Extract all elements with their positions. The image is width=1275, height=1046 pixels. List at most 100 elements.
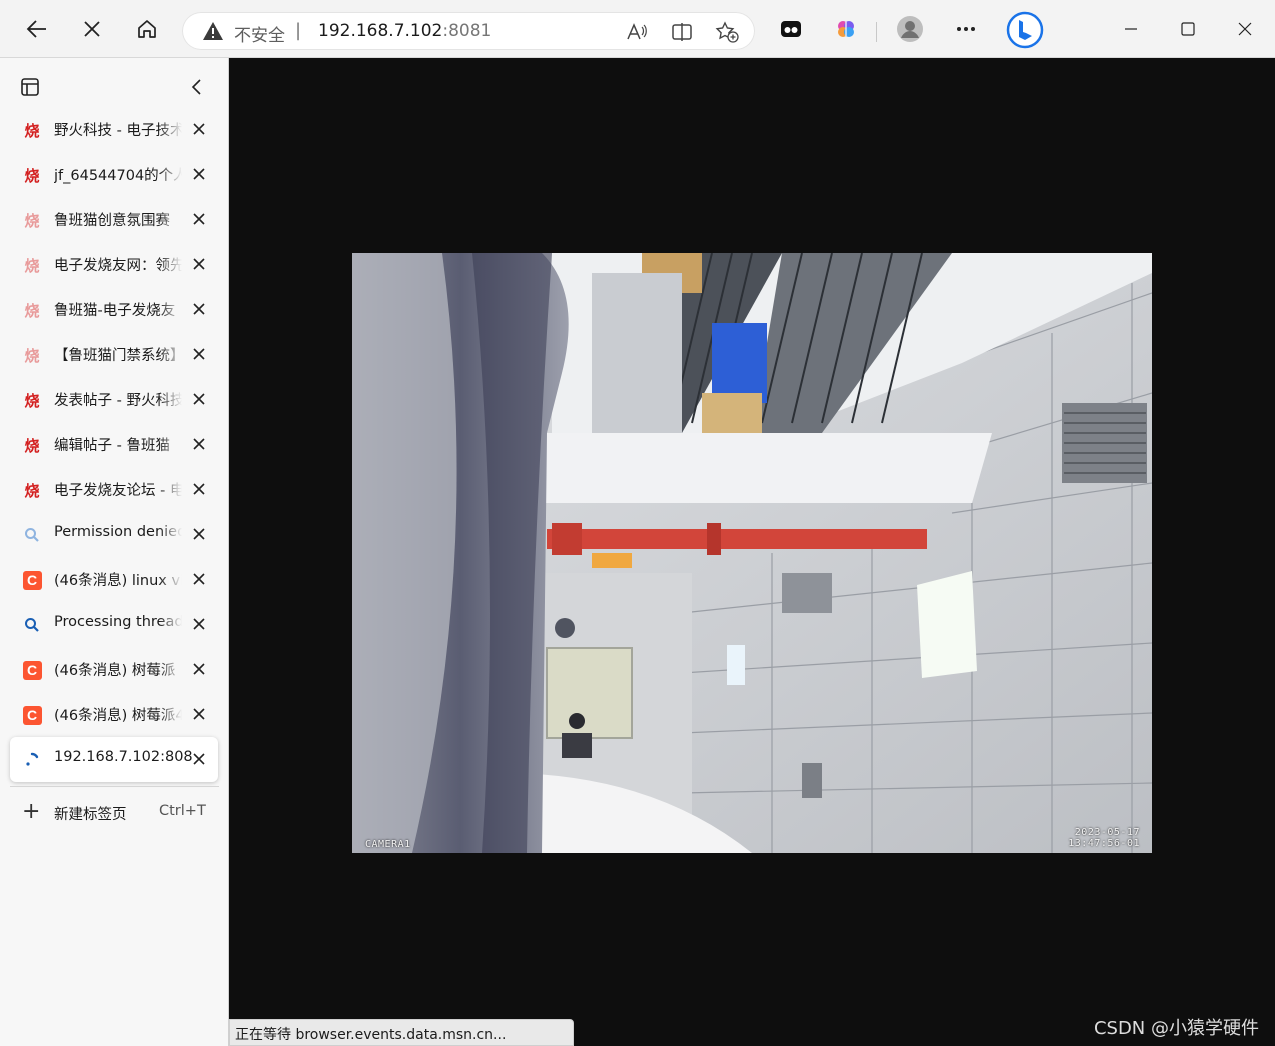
profile-button[interactable]: [893, 12, 927, 46]
tab-close-button[interactable]: [190, 435, 208, 453]
sidebar-tab[interactable]: 192.168.7.102:8081: [10, 737, 218, 782]
tab-list: 烧野火科技 - 电子技术烧jf_64544704的个人空间烧鲁班猫创意氛围赛烧电…: [0, 107, 229, 782]
tab-title: (46条消息) 树莓派: [54, 663, 176, 679]
add-favorite-icon[interactable]: [715, 20, 739, 44]
vertical-tabs-sidebar: 烧野火科技 - 电子技术烧jf_64544704的个人空间烧鲁班猫创意氛围赛烧电…: [0, 58, 229, 1046]
tab-close-button[interactable]: [190, 480, 208, 498]
huo-icon: 烧: [24, 481, 40, 500]
home-icon: [138, 20, 156, 38]
tab-favicon: 烧: [22, 210, 42, 230]
camera-timestamp-overlay: 2023-05-17 13:47:56-01: [1068, 827, 1140, 849]
sidebar-tab[interactable]: 烧野火科技 - 电子技术: [0, 107, 229, 152]
address-bar[interactable]: 不安全 | 192.168.7.102:8081: [182, 12, 755, 50]
extension-button[interactable]: [774, 12, 808, 46]
home-button[interactable]: [130, 12, 164, 46]
close-window-button[interactable]: [1228, 12, 1262, 46]
sidebar-tab[interactable]: 烧【鲁班猫门禁系统】: [0, 332, 229, 377]
close-icon: [193, 483, 205, 495]
tab-favicon: 烧: [22, 165, 42, 185]
read-aloud-icon[interactable]: [625, 20, 649, 44]
sidebar-tab[interactable]: C (46条消息) 树莓派: [0, 647, 229, 692]
huo-icon: 烧: [24, 391, 40, 410]
sidebar-tab[interactable]: 烧 jf_64544704的个人空间: [0, 152, 229, 197]
tab-title: 发表帖子 - 野火科技: [54, 393, 182, 409]
tab-close-button[interactable]: [190, 525, 208, 543]
plus-icon: +: [22, 799, 41, 824]
back-button[interactable]: [20, 12, 54, 46]
tab-favicon: 烧: [22, 300, 42, 320]
sidebar-header: [0, 70, 229, 104]
csdn-icon: C: [22, 705, 42, 725]
maximize-button[interactable]: [1171, 12, 1205, 46]
warning-icon[interactable]: [202, 21, 224, 45]
tab-close-button[interactable]: [190, 390, 208, 408]
csdn-icon: C: [22, 660, 42, 680]
sidebar-panel-icon: [21, 78, 39, 96]
search-icon: [25, 618, 39, 632]
sidebar-tab[interactable]: 烧发表帖子 - 野火科技: [0, 377, 229, 422]
tab-favicon: [22, 615, 42, 635]
tab-favicon: 烧: [22, 390, 42, 410]
tab-favicon: C: [22, 570, 42, 590]
tab-close-button[interactable]: [190, 345, 208, 363]
sidebar-tab[interactable]: C (46条消息) linux vim: [0, 557, 229, 602]
camera-date: 2023-05-17: [1074, 827, 1140, 838]
minimize-button[interactable]: [1114, 12, 1148, 46]
tab-close-button[interactable]: [190, 750, 208, 768]
sidebar-tab[interactable]: 烧电子发烧友网：领先: [0, 242, 229, 287]
tab-close-button[interactable]: [190, 570, 208, 588]
close-icon: [193, 708, 205, 720]
sidebar-tab[interactable]: Processing thread: [0, 602, 229, 647]
url-text[interactable]: 192.168.7.102:8081: [318, 21, 491, 41]
stop-loading-button[interactable]: [75, 12, 109, 46]
tab-close-button[interactable]: [190, 660, 208, 678]
tab-close-button[interactable]: [190, 705, 208, 723]
avatar-icon: [897, 16, 923, 42]
close-icon: [193, 168, 205, 180]
close-icon: [193, 123, 205, 135]
tab-close-button[interactable]: [190, 255, 208, 273]
minimize-icon: [1125, 28, 1137, 30]
sidebar-tab[interactable]: 烧鲁班猫创意氛围赛: [0, 197, 229, 242]
new-tab-button[interactable]: + 新建标签页 Ctrl+T: [0, 798, 229, 826]
tab-close-button[interactable]: [190, 210, 208, 228]
maximize-icon: [1181, 22, 1195, 36]
browser-toolbar: 不安全 | 192.168.7.102:8081: [0, 0, 1275, 58]
tab-actions-menu-button[interactable]: [20, 77, 40, 101]
extension-icon: [781, 21, 801, 37]
close-icon: [193, 303, 205, 315]
split-screen-icon[interactable]: [670, 20, 694, 44]
tab-title: (46条消息) 树莓派4: [54, 708, 182, 724]
tab-close-button[interactable]: [190, 120, 208, 138]
close-icon: [193, 258, 205, 270]
copilot-extension-button[interactable]: [829, 12, 863, 46]
tab-close-button[interactable]: [190, 615, 208, 633]
sidebar-tab[interactable]: 烧电子发烧友论坛 - 电: [0, 467, 229, 512]
close-icon: [193, 573, 205, 585]
huo-icon: 烧: [24, 301, 40, 320]
security-label[interactable]: 不安全: [234, 21, 285, 46]
csdn-icon: C: [22, 570, 42, 590]
sidebar-tab[interactable]: C (46条消息) 树莓派4: [0, 692, 229, 737]
tab-title: 电子发烧友论坛 - 电: [54, 483, 182, 499]
close-icon: [193, 528, 205, 540]
tab-title: 鲁班猫创意氛围赛: [54, 213, 170, 229]
tab-favicon: C: [22, 705, 42, 725]
tab-favicon: C: [22, 660, 42, 680]
url-port: :8081: [442, 21, 492, 41]
sidebar-tab[interactable]: Permission denied: [0, 512, 229, 557]
search-icon: [25, 528, 39, 542]
tab-title: Processing thread: [54, 614, 182, 630]
bing-button[interactable]: [1005, 10, 1045, 50]
chevron-left-icon: [191, 79, 201, 95]
sidebar-tab[interactable]: 烧编辑帖子 - 鲁班猫: [0, 422, 229, 467]
tab-close-button[interactable]: [190, 165, 208, 183]
camera-stream-image: CAMERA1 2023-05-17 13:47:56-01: [352, 253, 1152, 853]
camera-name-overlay: CAMERA1: [365, 839, 411, 850]
collapse-sidebar-button[interactable]: [188, 78, 206, 100]
settings-menu-button[interactable]: [949, 12, 983, 46]
page-content: CAMERA1 2023-05-17 13:47:56-01: [229, 58, 1275, 1046]
sidebar-tab[interactable]: 烧鲁班猫-电子发烧友: [0, 287, 229, 332]
tab-close-button[interactable]: [190, 300, 208, 318]
close-icon: [1238, 22, 1252, 36]
